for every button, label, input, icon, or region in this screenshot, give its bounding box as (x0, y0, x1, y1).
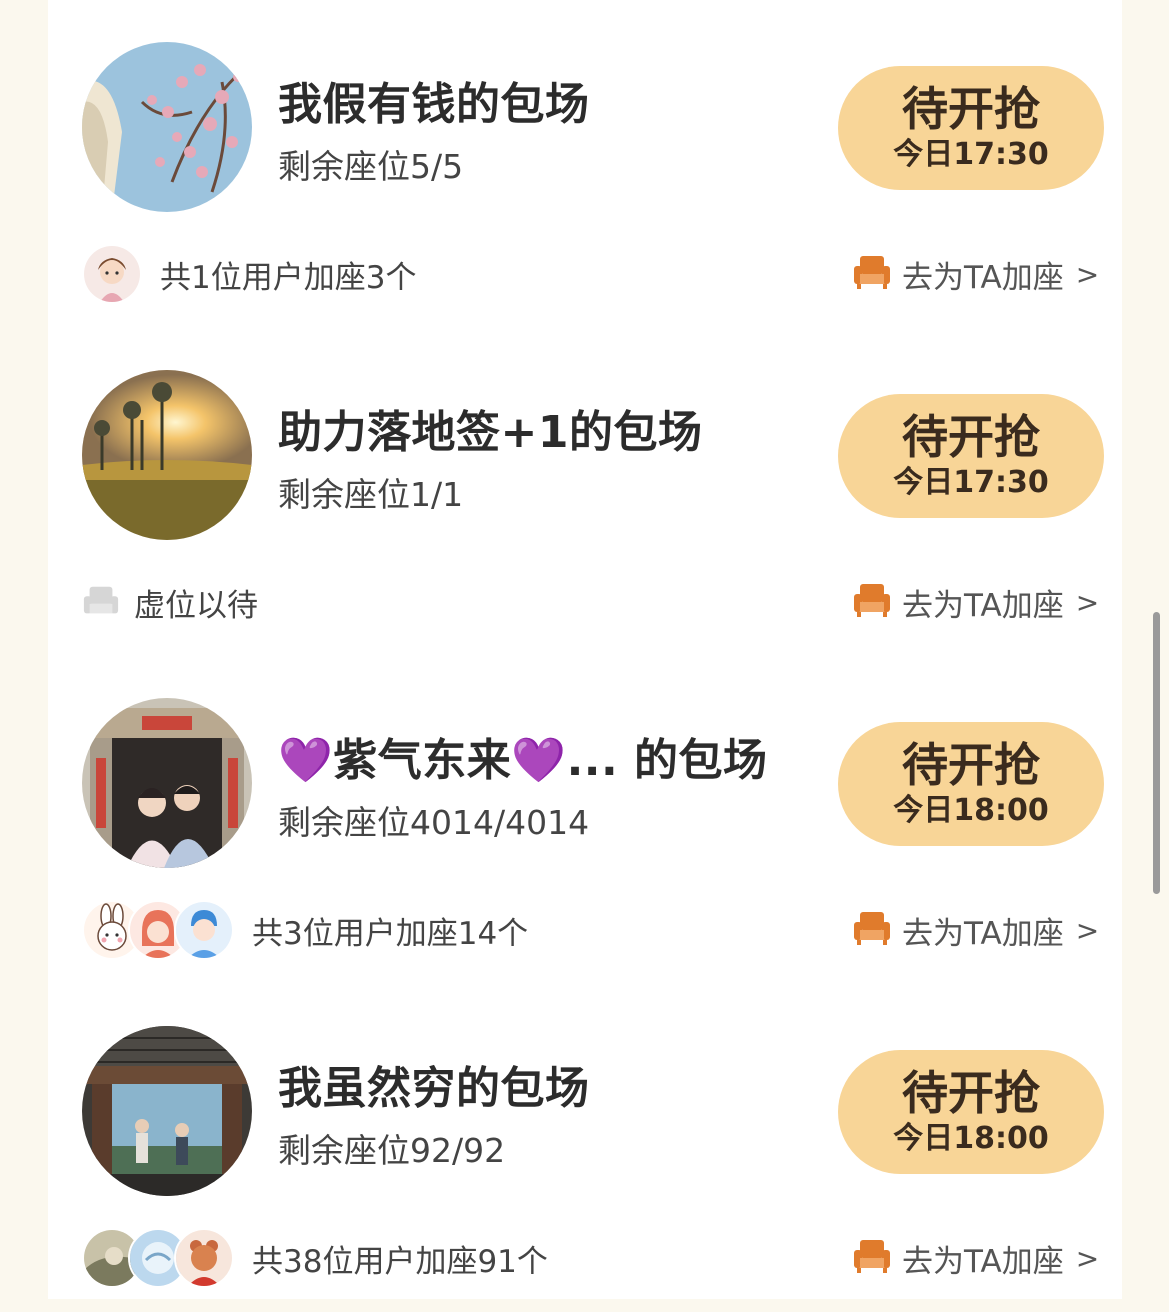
sofa-icon (852, 580, 892, 624)
add-seat-link[interactable]: 去为TA加座 > (852, 908, 1099, 952)
list-item[interactable]: 我假有钱的包场 剩余座位5/5 待开抢 今日17:30 共1位用户加座3个 去为… (0, 0, 1169, 328)
grab-button[interactable]: 待开抢 今日18:00 (838, 722, 1104, 846)
avatar (174, 1228, 234, 1288)
chevron-right-icon: > (1075, 913, 1100, 947)
room-avatar (82, 1026, 252, 1196)
list-item[interactable]: 我虽然穷的包场 剩余座位92/92 待开抢 今日18:00 共38位用户加座91… (0, 984, 1169, 1312)
add-seat-label: 去为TA加座 (902, 587, 1064, 624)
seat-users-summary: 共1位用户加座3个 (82, 244, 416, 304)
grab-button-label: 待开抢 (902, 410, 1040, 464)
seat-users-text: 共38位用户加座91个 (252, 1243, 548, 1280)
avatar (174, 900, 234, 960)
grab-button[interactable]: 待开抢 今日18:00 (838, 1050, 1104, 1174)
room-title: 我假有钱的包场 (278, 79, 590, 130)
avatar (82, 244, 142, 304)
user-avatars (82, 1228, 234, 1288)
add-seat-link[interactable]: 去为TA加座 > (852, 580, 1099, 624)
grab-button[interactable]: 待开抢 今日17:30 (838, 394, 1104, 518)
user-avatars (82, 244, 142, 304)
seat-users-text: 虚位以待 (134, 587, 258, 624)
grab-button[interactable]: 待开抢 今日17:30 (838, 66, 1104, 190)
scrollbar[interactable] (1153, 612, 1160, 894)
room-title: 我虽然穷的包场 (278, 1063, 590, 1114)
user-avatars (82, 900, 234, 960)
add-seat-label: 去为TA加座 (902, 915, 1064, 952)
room-title: 助力落地签+1的包场 (278, 407, 703, 458)
remaining-seats: 剩余座位92/92 (278, 1131, 506, 1170)
room-avatar (82, 370, 252, 540)
list-item[interactable]: 助力落地签+1的包场 剩余座位1/1 待开抢 今日17:30 虚位以待 去为TA… (0, 328, 1169, 656)
room-title: 💜紫气东来💜... 的包场 (278, 735, 768, 786)
list-item[interactable]: 💜紫气东来💜... 的包场 剩余座位4014/4014 待开抢 今日18:00 (0, 656, 1169, 984)
seat-users-text: 共3位用户加座14个 (252, 915, 529, 952)
grab-button-time: 今日18:00 (893, 793, 1049, 828)
grab-button-time: 今日17:30 (893, 465, 1049, 500)
chevron-right-icon: > (1075, 1241, 1100, 1275)
seat-users-summary: 共38位用户加座91个 (82, 1228, 548, 1288)
add-seat-link[interactable]: 去为TA加座 > (852, 1236, 1099, 1280)
remaining-seats: 剩余座位1/1 (278, 475, 464, 514)
add-seat-label: 去为TA加座 (902, 1243, 1064, 1280)
remaining-seats: 剩余座位4014/4014 (278, 803, 590, 842)
page: 我假有钱的包场 剩余座位5/5 待开抢 今日17:30 共1位用户加座3个 去为… (0, 0, 1169, 1299)
grab-button-label: 待开抢 (902, 82, 1040, 136)
grab-button-label: 待开抢 (902, 1066, 1040, 1120)
room-avatar (82, 42, 252, 212)
grab-button-label: 待开抢 (902, 738, 1040, 792)
remaining-seats: 剩余座位5/5 (278, 147, 464, 186)
grab-button-time: 今日18:00 (893, 1121, 1049, 1156)
chevron-right-icon: > (1075, 257, 1100, 291)
empty-seat-icon (82, 583, 120, 621)
sofa-icon (852, 252, 892, 296)
add-seat-label: 去为TA加座 (902, 259, 1064, 296)
add-seat-link[interactable]: 去为TA加座 > (852, 252, 1099, 296)
seat-users-summary: 共3位用户加座14个 (82, 900, 528, 960)
sofa-icon (852, 1236, 892, 1280)
room-avatar (82, 698, 252, 868)
grab-button-time: 今日17:30 (893, 137, 1049, 172)
seat-users-summary: 虚位以待 (82, 572, 258, 632)
seat-users-text: 共1位用户加座3个 (160, 259, 417, 296)
sofa-icon (852, 908, 892, 952)
chevron-right-icon: > (1075, 585, 1100, 619)
